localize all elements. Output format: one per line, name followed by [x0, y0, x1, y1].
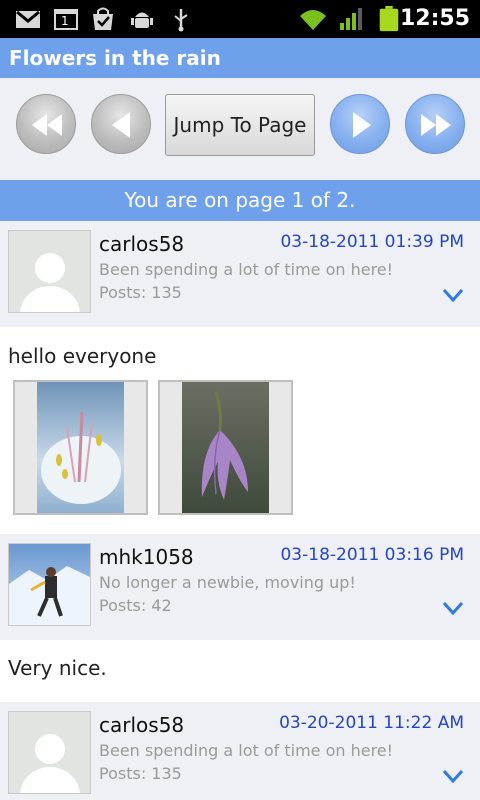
username[interactable]: carlos58 [99, 713, 184, 737]
chevron-down-icon[interactable] [442, 768, 464, 784]
post-text: Very nice. [8, 656, 107, 680]
jump-to-page-button[interactable]: Jump To Page [165, 94, 315, 156]
person-silhouette-icon [9, 231, 90, 312]
snow-photo-avatar [9, 544, 90, 625]
fast-forward-icon [421, 114, 451, 136]
user-rank: No longer a newbie, moving up! [99, 573, 356, 592]
chevron-down-icon[interactable] [442, 600, 464, 616]
page-navigation: Jump To Page [0, 78, 480, 180]
play-right-icon [353, 112, 371, 138]
calendar-day: 1 [61, 14, 69, 28]
username[interactable]: mhk1058 [99, 545, 194, 569]
post-date: 03-18-2011 01:39 PM [280, 232, 464, 252]
default-avatar[interactable] [8, 711, 91, 794]
user-avatar[interactable] [8, 543, 91, 626]
post-date: 03-18-2011 03:16 PM [280, 545, 464, 565]
username[interactable]: carlos58 [99, 232, 184, 256]
chevron-down-icon[interactable] [442, 287, 464, 303]
previous-page-button[interactable] [91, 94, 151, 154]
first-page-button[interactable] [16, 94, 76, 154]
usb-icon [174, 9, 188, 32]
post-header[interactable]: mhk1058 03-18-2011 03:16 PM No longer a … [0, 534, 480, 640]
post-date: 03-20-2011 11:22 AM [279, 713, 464, 733]
gmail-icon [16, 10, 40, 28]
post-count: Posts: 42 [99, 596, 172, 615]
post-body: hello everyone [0, 327, 480, 534]
default-avatar[interactable] [8, 230, 91, 313]
person-silhouette-icon [9, 712, 90, 793]
post-header[interactable]: carlos58 03-18-2011 01:39 PM Been spendi… [0, 221, 480, 327]
next-page-button[interactable] [330, 94, 390, 154]
battery-icon [379, 6, 399, 32]
post-count: Posts: 135 [99, 283, 182, 302]
post-text: hello everyone [8, 344, 157, 368]
play-left-icon [112, 112, 130, 138]
thread-title: Flowers in the rain [9, 46, 221, 70]
attachment-thumbnail[interactable] [13, 380, 148, 515]
user-rank: Been spending a lot of time on here! [99, 741, 394, 760]
title-bar: Flowers in the rain [0, 38, 480, 78]
user-rank: Been spending a lot of time on here! [99, 260, 394, 279]
market-icon [93, 7, 113, 30]
flower-closeup-image [37, 382, 124, 513]
purple-flower-image [182, 382, 269, 513]
attachment-thumbnail[interactable] [158, 380, 293, 515]
rewind-icon [32, 114, 62, 136]
last-page-button[interactable] [405, 94, 465, 154]
android-debug-icon [131, 12, 153, 28]
post-count: Posts: 135 [99, 764, 182, 783]
post-header[interactable]: carlos58 03-20-2011 11:22 AM Been spendi… [0, 702, 480, 800]
signal-icon [340, 8, 362, 30]
post-body: Very nice. [0, 640, 480, 702]
clock: 12:55 [399, 6, 470, 31]
page-indicator: You are on page 1 of 2. [0, 180, 480, 221]
wifi-icon [300, 10, 326, 30]
status-bar: 1 12:55 [0, 0, 480, 38]
